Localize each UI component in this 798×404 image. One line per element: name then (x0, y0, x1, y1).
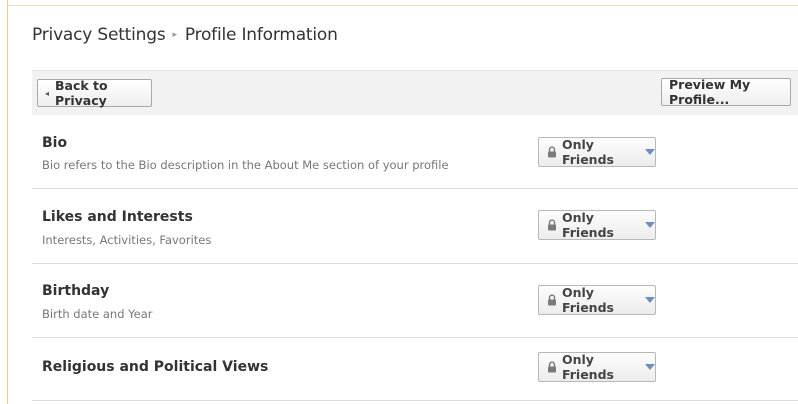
setting-description: Bio refers to the Bio description in the… (42, 158, 449, 172)
setting-row-bio: Bio Bio refers to the Bio description in… (32, 115, 798, 189)
setting-title: Bio (42, 135, 68, 151)
setting-title: Likes and Interests (42, 209, 193, 225)
privacy-dropdown[interactable]: Only Friends (538, 137, 656, 167)
privacy-dropdown-value: Only Friends (562, 210, 614, 240)
setting-row-likes-and-interests: Likes and Interests Interests, Activitie… (32, 189, 798, 264)
setting-title: Birthday (42, 283, 110, 299)
setting-row-religious-and-political-views: Religious and Political Views Only Frien… (32, 338, 798, 401)
back-to-privacy-label: Back to Privacy (55, 78, 108, 108)
breadcrumb-separator-icon: ▸ (172, 30, 177, 40)
setting-description: Birth date and Year (42, 307, 153, 321)
privacy-dropdown-value: Only Friends (562, 137, 614, 167)
setting-description: Interests, Activities, Favorites (42, 233, 212, 247)
breadcrumb-parent[interactable]: Privacy Settings (32, 25, 166, 45)
caret-down-icon (645, 222, 655, 228)
back-to-privacy-button[interactable]: ◂ Back to Privacy (37, 78, 152, 108)
frame-border-top (7, 5, 798, 6)
lock-icon (548, 294, 556, 306)
preview-my-profile-button[interactable]: Preview My Profile... (661, 77, 791, 107)
privacy-dropdown[interactable]: Only Friends (538, 210, 656, 240)
lock-icon (548, 361, 556, 373)
privacy-dropdown-value: Only Friends (562, 285, 614, 315)
back-arrow-icon: ◂ (45, 88, 50, 98)
lock-icon (548, 146, 556, 158)
breadcrumb-current: Profile Information (184, 25, 338, 45)
privacy-dropdown-value: Only Friends (562, 352, 614, 382)
breadcrumb: Privacy Settings ▸ Profile Information (32, 22, 338, 48)
privacy-dropdown[interactable]: Only Friends (538, 285, 656, 315)
setting-row-birthday: Birthday Birth date and Year Only Friend… (32, 264, 798, 338)
frame-border-left (7, 0, 8, 404)
caret-down-icon (645, 297, 655, 303)
caret-down-icon (645, 364, 655, 370)
toolbar: ◂ Back to Privacy Preview My Profile... (32, 70, 798, 115)
setting-title: Religious and Political Views (42, 359, 269, 375)
caret-down-icon (645, 149, 655, 155)
lock-icon (548, 219, 556, 231)
privacy-dropdown[interactable]: Only Friends (538, 352, 656, 382)
